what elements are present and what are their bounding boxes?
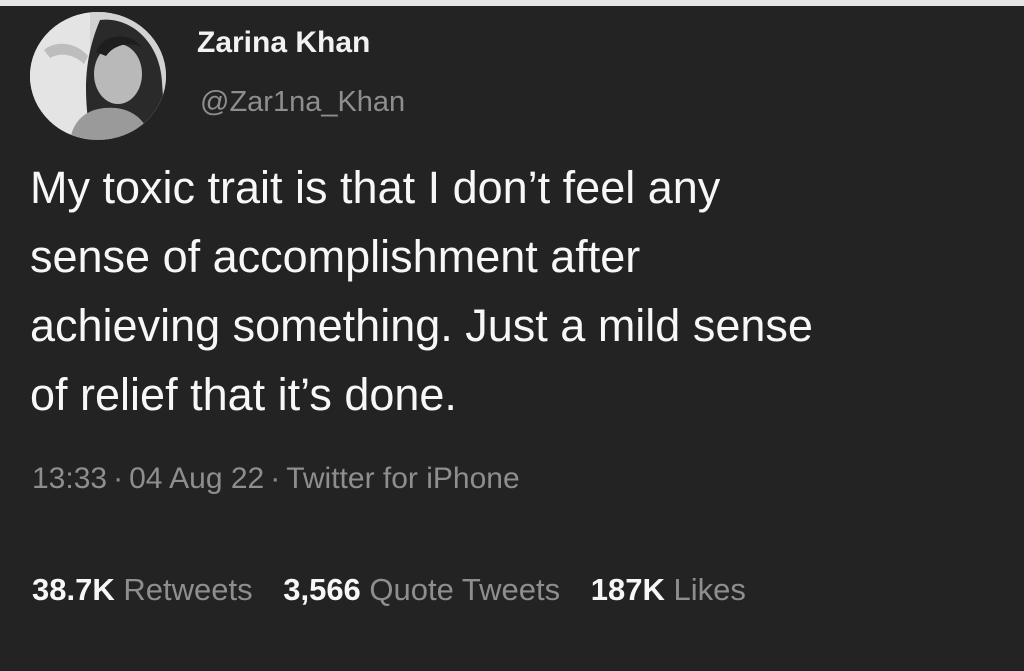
profile-photo-icon <box>30 12 166 140</box>
meta-separator: · <box>113 462 124 495</box>
engagement-stats: 38.7K Retweets 3,566 Quote Tweets 187K L… <box>32 572 768 608</box>
user-handle[interactable]: @Zar1na_Khan <box>200 86 405 119</box>
likes-stat[interactable]: 187K Likes <box>591 572 746 607</box>
retweets-label: Retweets <box>123 572 253 607</box>
top-border <box>0 0 1024 6</box>
quote-tweets-label: Quote Tweets <box>369 572 561 607</box>
display-name[interactable]: Zarina Khan <box>197 26 370 60</box>
tweet-time[interactable]: 13:33 <box>32 462 107 495</box>
tweet-text: My toxic trait is that I don’t feel any … <box>30 153 1020 429</box>
avatar[interactable] <box>30 12 166 140</box>
tweet-meta: 13:33 · 04 Aug 22 · Twitter for iPhone <box>32 462 520 496</box>
tweet-text-line: My toxic trait is that I don’t feel any <box>30 162 721 213</box>
likes-count: 187K <box>590 572 665 607</box>
tweet-text-line: sense of accomplishment after <box>30 231 641 282</box>
likes-label: Likes <box>673 572 746 607</box>
tweet-source[interactable]: Twitter for iPhone <box>286 462 519 495</box>
meta-separator: · <box>270 462 281 495</box>
tweet-card: Zarina Khan @Zar1na_Khan My toxic trait … <box>0 0 1024 671</box>
tweet-text-line: achieving something. Just a mild sense <box>30 300 813 351</box>
tweet-text-line: of relief that it’s done. <box>30 369 457 420</box>
retweets-count: 38.7K <box>32 572 115 607</box>
retweets-stat[interactable]: 38.7K Retweets <box>32 572 253 607</box>
quote-tweets-count: 3,566 <box>283 572 361 607</box>
tweet-date[interactable]: 04 Aug 22 <box>129 462 264 495</box>
quote-tweets-stat[interactable]: 3,566 Quote Tweets <box>283 572 560 607</box>
